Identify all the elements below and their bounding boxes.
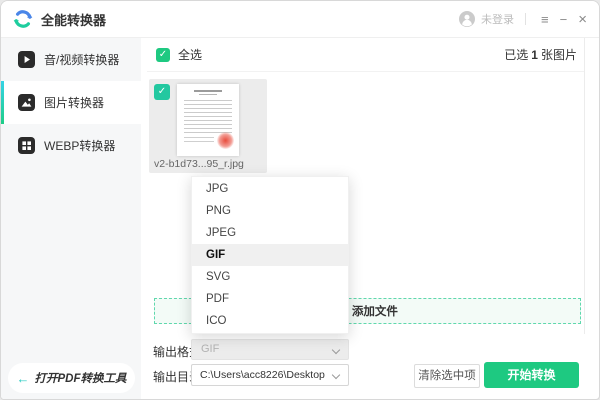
document-text-lines xyxy=(184,100,232,134)
sidebar-item-image-converter[interactable]: 图片转换器 xyxy=(1,81,141,124)
format-dropdown-menu: JPG PNG JPEG GIF SVG PDF ICO xyxy=(191,176,349,334)
titlebar: 全能转换器 未登录 ≡ − × xyxy=(1,1,599,38)
output-directory-value: C:\Users\acc8226\Desktop xyxy=(200,369,325,381)
open-pdf-tool-label: 打开PDF转换工具 xyxy=(34,373,127,385)
clear-selected-button[interactable]: 清除选中项 xyxy=(414,364,480,388)
open-pdf-tool-button[interactable]: ← 打开PDF转换工具 xyxy=(8,363,135,393)
menu-icon[interactable]: ≡ xyxy=(541,13,549,26)
document-title-line xyxy=(194,90,222,92)
active-indicator-bar xyxy=(1,81,4,124)
document-footer-lines xyxy=(184,137,214,144)
sidebar-item-audio-video-converter[interactable]: 音/视频转换器 xyxy=(1,38,141,81)
app-title: 全能转换器 xyxy=(41,12,107,28)
add-file-label: 添加文件 xyxy=(351,306,398,318)
user-avatar-icon[interactable] xyxy=(459,11,476,27)
selected-count: 已选 1 张图片 xyxy=(504,46,577,63)
dropdown-option-svg[interactable]: SVG xyxy=(192,266,348,288)
selected-count-suffix: 张图片 xyxy=(540,48,577,62)
dropdown-option-ico[interactable]: ICO xyxy=(192,310,348,332)
webp-grid-icon xyxy=(18,137,35,154)
document-preview-thumbnail xyxy=(177,84,239,156)
file-checkbox[interactable]: ✓ xyxy=(154,84,170,100)
file-name: v2-b1d73...95_r.jpg xyxy=(154,158,244,170)
chevron-down-icon xyxy=(331,345,341,355)
dropdown-option-png[interactable]: PNG xyxy=(192,200,348,222)
dropdown-option-gif[interactable]: GIF xyxy=(192,244,348,266)
output-directory-select[interactable]: C:\Users\acc8226\Desktop xyxy=(191,364,349,386)
image-icon xyxy=(18,94,35,111)
converter-app-window: 全能转换器 未登录 ≡ − × 音/视频转换器 图片转换器 WEBP转换器 ← … xyxy=(0,0,600,400)
sidebar: 音/视频转换器 图片转换器 WEBP转换器 ← 打开PDF转换工具 xyxy=(1,38,141,399)
app-logo-icon xyxy=(13,10,33,28)
document-subtitle-line xyxy=(199,94,217,95)
video-play-icon xyxy=(18,51,35,68)
sidebar-item-label: 图片转换器 xyxy=(44,96,105,110)
chevron-down-icon xyxy=(331,370,341,380)
titlebar-divider xyxy=(525,13,527,25)
sidebar-item-webp-converter[interactable]: WEBP转换器 xyxy=(1,124,141,167)
red-stamp xyxy=(217,132,234,149)
selected-count-number: 1 xyxy=(531,48,538,62)
output-format-value: GIF xyxy=(201,343,220,355)
select-all-label: 全选 xyxy=(178,48,203,62)
output-format-select[interactable]: GIF xyxy=(191,339,349,360)
file-card[interactable]: ✓ v2-b1d73...95_r.jpg xyxy=(149,79,267,173)
minimize-icon[interactable]: − xyxy=(560,13,568,26)
sidebar-item-label: WEBP转换器 xyxy=(44,139,116,153)
start-convert-button[interactable]: 开始转换 xyxy=(484,362,579,388)
select-all-checkbox[interactable]: ✓ xyxy=(156,47,170,62)
select-all-bar: ✓ 全选 已选 1 张图片 xyxy=(147,38,584,72)
back-arrow-icon: ← xyxy=(16,370,30,386)
dropdown-option-jpeg[interactable]: JPEG xyxy=(192,222,348,244)
dropdown-option-pdf[interactable]: PDF xyxy=(192,288,348,310)
sidebar-item-label: 音/视频转换器 xyxy=(44,53,120,67)
close-icon[interactable]: × xyxy=(578,12,587,27)
dropdown-option-jpg[interactable]: JPG xyxy=(192,178,348,200)
login-status[interactable]: 未登录 xyxy=(481,11,514,27)
selected-count-prefix: 已选 xyxy=(504,48,529,62)
